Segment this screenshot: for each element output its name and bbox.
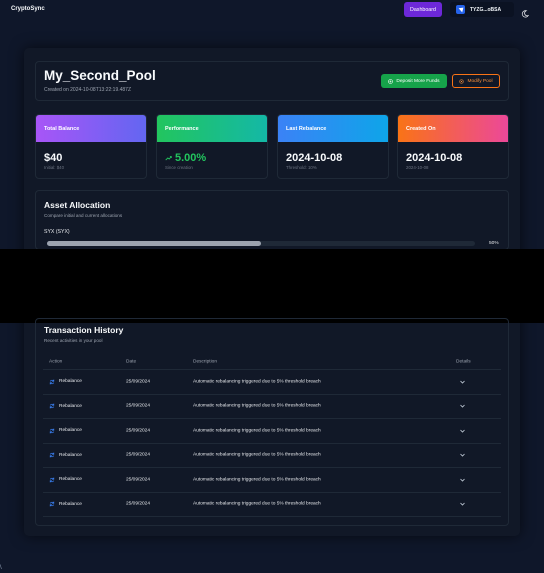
- row-date: 25/09/2024: [126, 403, 151, 409]
- chevron-down-icon[interactable]: [460, 404, 465, 408]
- table-row[interactable]: Rebalance 25/09/2024 Automatic rebalancing…: [43, 444, 501, 468]
- allocation-subtitle: Compare initial and current allocations: [44, 213, 123, 218]
- stat-subtext: 2024-10-08: [406, 165, 429, 170]
- transactions-title: Transaction History: [44, 325, 124, 335]
- row-date: 25/09/2024: [126, 452, 151, 458]
- page-title: My_Second_Pool: [44, 68, 156, 83]
- stat-header: Performance: [157, 115, 267, 142]
- stat-card-last-rebalance: Last Rebalance 2024-10-08 Threshold: 10%: [277, 114, 389, 179]
- stat-header: Total Balance: [36, 115, 146, 142]
- stat-subtext: Since creation: [165, 165, 193, 170]
- dashboard-button[interactable]: Dashboard: [404, 2, 442, 17]
- table-row[interactable]: Rebalance 25/09/2024 Automatic rebalancing…: [43, 468, 501, 493]
- wallet-icon: [456, 5, 465, 14]
- row-action: Rebalance: [49, 477, 82, 483]
- pool-created-date: Created on 2024-10-08T13:22:19.487Z: [44, 87, 132, 93]
- deposit-more-funds-button[interactable]: Deposit More Funds: [381, 74, 447, 88]
- row-action-label: Rebalance: [59, 403, 82, 409]
- column-header-details: Details: [456, 359, 471, 364]
- stat-header: Last Rebalance: [278, 115, 388, 142]
- stat-subtext: Threshold: 10%: [286, 165, 317, 170]
- asset-name: SYX (SYX): [44, 229, 70, 235]
- chevron-down-icon[interactable]: [460, 478, 465, 482]
- stat-card-performance: Performance 5.00% Since creation: [156, 114, 268, 179]
- row-description: Automatic rebalancing triggered due to 5…: [193, 477, 321, 483]
- stat-value: 2024-10-08: [286, 152, 343, 164]
- chevron-down-icon[interactable]: [460, 429, 465, 433]
- row-action-label: Rebalance: [59, 379, 82, 385]
- wallet-address: TYZG...oBSA: [470, 6, 502, 13]
- row-action: Rebalance: [49, 452, 82, 458]
- modify-label: Modify Pool: [467, 78, 493, 84]
- deposit-label: Deposit More Funds: [396, 78, 440, 84]
- corner-glyph: \: [0, 565, 2, 571]
- stat-value-row: 5.00%: [165, 152, 206, 164]
- chevron-down-icon[interactable]: [460, 380, 465, 384]
- row-date: 25/09/2024: [126, 477, 151, 483]
- plus-circle-icon: [388, 78, 394, 84]
- column-header-action: Action: [49, 359, 63, 364]
- gear-icon: [459, 78, 465, 84]
- stat-value: 5.00%: [175, 152, 207, 164]
- table-row[interactable]: Rebalance 25/09/2024 Automatic rebalancing…: [43, 395, 501, 419]
- stat-value: 2024-10-08: [406, 152, 463, 164]
- column-header-description: Description: [193, 359, 217, 364]
- stat-card-created-on: Created On 2024-10-08 2024-10-08: [397, 114, 509, 179]
- modify-pool-button[interactable]: Modify Pool: [452, 74, 500, 88]
- stat-card-total-balance: Total Balance $40 Initial: $40: [35, 114, 147, 179]
- table-row[interactable]: Rebalance 25/09/2024 Automatic rebalancing…: [43, 419, 501, 444]
- moon-icon[interactable]: [521, 5, 530, 18]
- row-date: 25/09/2024: [126, 379, 151, 385]
- brand-logo[interactable]: CryptoSync: [11, 6, 45, 12]
- stat-subtext: Initial: $40: [44, 165, 65, 170]
- table-row[interactable]: Rebalance 25/09/2024 Automatic rebalancing…: [43, 370, 501, 395]
- refresh-icon: [49, 501, 55, 507]
- row-action-label: Rebalance: [59, 477, 82, 483]
- redacted-region: [0, 249, 544, 323]
- row-action-label: Rebalance: [59, 452, 82, 458]
- row-description: Automatic rebalancing triggered due to 5…: [193, 452, 321, 458]
- transactions-table: Action Date Description Details Rebalanc…: [43, 354, 501, 517]
- row-description: Automatic rebalancing triggered due to 5…: [193, 379, 321, 385]
- trend-up-icon: [165, 156, 172, 161]
- refresh-icon: [49, 428, 55, 434]
- chevron-down-icon[interactable]: [460, 502, 465, 506]
- row-date: 25/09/2024: [126, 501, 151, 507]
- row-description: Automatic rebalancing triggered due to 5…: [193, 403, 321, 409]
- row-description: Automatic rebalancing triggered due to 5…: [193, 501, 321, 507]
- refresh-icon: [49, 379, 55, 385]
- allocation-title: Asset Allocation: [44, 200, 111, 210]
- row-action: Rebalance: [49, 428, 82, 434]
- chevron-down-icon[interactable]: [460, 453, 465, 457]
- row-action: Rebalance: [49, 501, 82, 507]
- table-row[interactable]: Rebalance 25/09/2024 Automatic rebalancing…: [43, 493, 501, 517]
- row-action-label: Rebalance: [59, 501, 82, 507]
- refresh-icon: [49, 477, 55, 483]
- row-action-label: Rebalance: [59, 428, 82, 434]
- top-navbar: CryptoSync Dashboard TYZG...oBSA: [0, 0, 544, 20]
- row-action: Rebalance: [49, 379, 82, 385]
- table-header: Action Date Description Details: [43, 354, 501, 370]
- row-action: Rebalance: [49, 403, 82, 409]
- stat-value: $40: [44, 152, 63, 164]
- stat-header: Created On: [398, 115, 508, 142]
- refresh-icon: [49, 452, 55, 458]
- transactions-subtitle: Recent activities in your pool: [44, 338, 103, 343]
- allocation-percent: 50%: [489, 241, 499, 246]
- row-description: Automatic rebalancing triggered due to 5…: [193, 428, 321, 434]
- wallet-button[interactable]: TYZG...oBSA: [450, 2, 514, 17]
- allocation-bar: [47, 241, 475, 246]
- refresh-icon: [49, 403, 55, 409]
- row-date: 25/09/2024: [126, 428, 151, 434]
- allocation-bar-fill: [47, 241, 261, 246]
- column-header-date: Date: [126, 359, 137, 364]
